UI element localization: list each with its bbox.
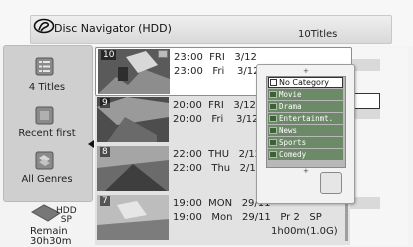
title-count: 10Titles [298, 29, 338, 40]
genre-option-label: News [279, 126, 298, 135]
genre-option-movie[interactable]: Movie [268, 89, 343, 100]
genre-option-label: Entertainmt. [279, 114, 334, 123]
genre-option-drama[interactable]: Drama [268, 101, 343, 112]
recording-datetime: 20:00 FRI 3/12 [173, 100, 256, 111]
genre-icon [35, 151, 54, 170]
sports-icon [269, 139, 277, 146]
genre-option-no-category[interactable]: No Category [268, 77, 343, 88]
thumbnail: 7 [97, 195, 169, 240]
app-title: Disc Navigator (HDD) [54, 22, 172, 35]
recording-info: 19:00 Mon 29/11 Pr 2 SP [173, 212, 322, 223]
remain-value: 30h30m [30, 236, 72, 247]
genre-option-label: Sports [279, 138, 307, 147]
recording-date: 20:00 Fri 3/12 [173, 114, 259, 125]
genre-option-comedy[interactable]: Comedy [268, 149, 343, 160]
thumbnail: 10 [98, 49, 170, 94]
comedy-icon [269, 151, 277, 158]
sort-icon [35, 106, 54, 125]
header: Disc Navigator (HDD) 10Titles [0, 0, 413, 46]
protect-badge-icon [158, 50, 168, 58]
recording-duration: 1h00m(1.0G) [271, 226, 338, 237]
remaining-time: Remain 30h30m [30, 227, 72, 247]
genre-option-label: Movie [279, 90, 302, 99]
genre-option-label: Comedy [279, 150, 307, 159]
drama-icon [269, 103, 277, 110]
checkbox-icon [270, 79, 277, 86]
scroll-up-icon[interactable]: + [303, 67, 309, 75]
disc-navigator-logo-icon [33, 18, 55, 34]
sidebar-item-label: 4 Titles [28, 82, 66, 93]
sidebar-item-label: All Genres [21, 174, 73, 185]
recording-datetime: 22:00 THU 2/12 [173, 149, 262, 160]
genre-option-sports[interactable]: Sports [268, 137, 343, 148]
thumbnail: 8 [97, 146, 169, 191]
entertainment-icon [269, 115, 277, 122]
genre-option-entertainment[interactable]: Entertainmt. [268, 113, 343, 124]
thumbnail: 9 [97, 97, 169, 142]
movie-icon [269, 91, 277, 98]
news-icon [269, 127, 277, 134]
popup-action-button[interactable] [320, 172, 342, 194]
recording-date: 23:00 Fri 3/12 [174, 66, 260, 77]
recording-mode: HDD SP [56, 207, 77, 225]
title-number: 7 [100, 196, 110, 206]
recording-date: 22:00 Thu 2/12 [173, 163, 263, 174]
title-number: 10 [101, 50, 117, 60]
sidebar-item-label: Recent first [18, 128, 76, 139]
left-arrow-icon [88, 140, 94, 148]
scroll-down-icon[interactable]: + [303, 167, 309, 175]
record-quality: SP [60, 215, 72, 225]
genre-option-news[interactable]: News [268, 125, 343, 136]
list-icon [35, 57, 54, 76]
recording-datetime: 23:00 FRI 3/12 [174, 52, 257, 63]
genre-option-label: No Category [279, 78, 329, 87]
genre-option-label: Drama [279, 102, 302, 111]
right-panel [350, 47, 408, 245]
title-number: 9 [100, 98, 110, 108]
title-number: 8 [100, 147, 110, 157]
